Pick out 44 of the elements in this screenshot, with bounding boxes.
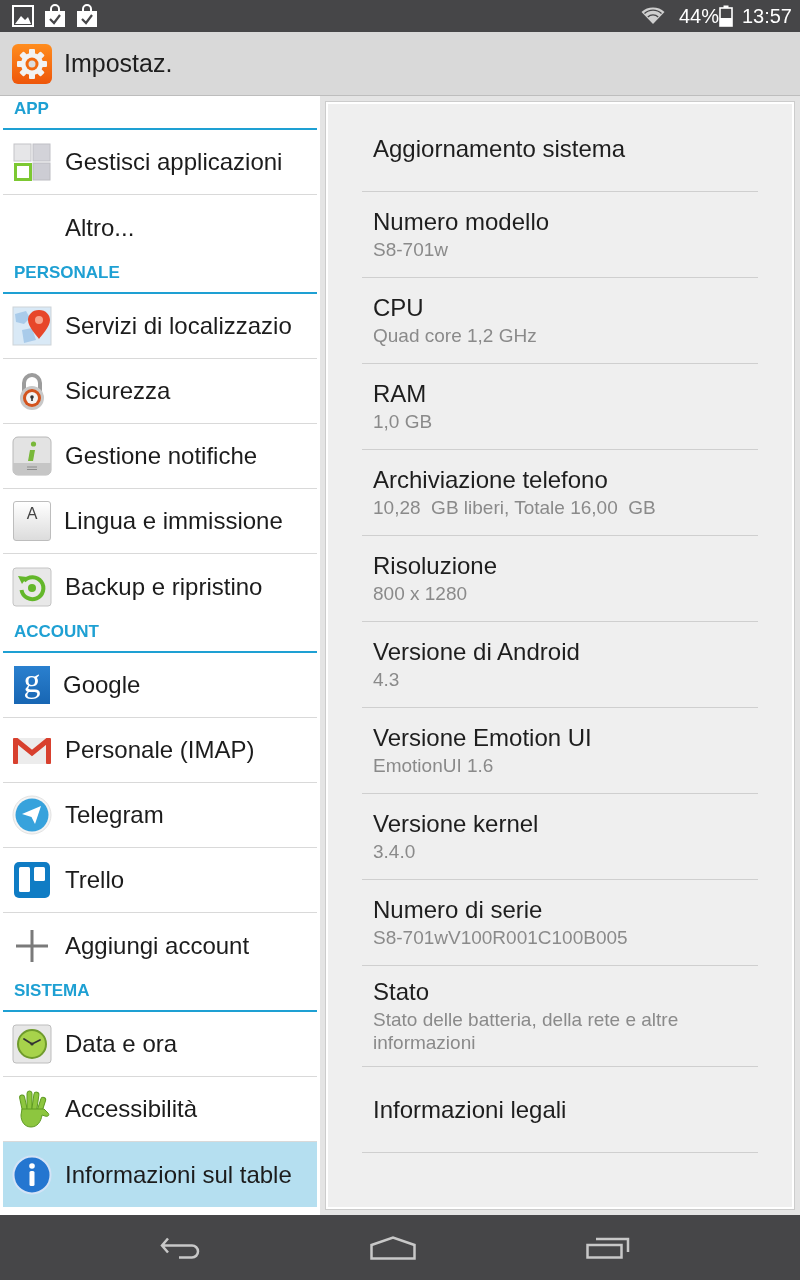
setting-value: 10,28 GB liberi, Totale 16,00 GB <box>373 496 657 519</box>
setting-title[interactable]: Numero di serie <box>373 896 747 924</box>
recent-apps-icon[interactable] <box>586 1236 630 1259</box>
bag-check-icon <box>44 4 66 28</box>
info-icon <box>12 1154 52 1195</box>
letter-tile-icon: g <box>14 666 50 704</box>
setting-title[interactable]: Risoluzione <box>373 552 747 580</box>
clock-icon <box>12 1024 52 1064</box>
setting-title[interactable]: Stato <box>373 978 747 1006</box>
setting-title[interactable]: Archiviazione telefono <box>373 466 747 494</box>
setting-value: S8-701w <box>373 238 449 261</box>
setting-title[interactable]: Versione kernel <box>373 810 747 838</box>
setting-value: Stato delle batteria, della rete e altre informazioni <box>373 1008 680 1054</box>
setting-value: EmotionUI 1.6 <box>373 754 495 777</box>
app-title: Impostaz. <box>64 47 173 79</box>
setting-title[interactable]: RAM <box>373 380 747 408</box>
setting-title[interactable]: Numero modello <box>373 208 747 236</box>
setting-value: S8-701wV100R001C100B005 <box>373 926 629 949</box>
letter-key-icon: A <box>13 501 51 541</box>
setting-value: 4.3 <box>373 668 401 691</box>
bag-check-icon <box>76 4 98 28</box>
app-grid-icon <box>12 142 52 182</box>
setting-title[interactable]: CPU <box>373 294 747 322</box>
battery-percent: 44% <box>678 6 719 26</box>
setting-title[interactable]: Informazioni legali <box>373 1095 747 1124</box>
setting-title[interactable]: Versione Emotion UI <box>373 724 747 752</box>
image-icon <box>12 5 34 27</box>
paper-plane-icon <box>12 795 52 835</box>
setting-value: 1,0 GB <box>373 410 434 433</box>
home-icon[interactable] <box>370 1235 416 1260</box>
setting-title[interactable]: Versione di Android <box>373 638 747 666</box>
setting-value: 800 x 1280 <box>373 582 469 605</box>
info-tile-icon <box>12 436 52 476</box>
battery-icon <box>718 5 733 27</box>
setting-value: 3.4.0 <box>373 840 417 863</box>
setting-title[interactable]: Aggiornamento sistema <box>373 134 747 163</box>
setting-value: Quad core 1,2 GHz <box>373 324 538 347</box>
map-pin-icon <box>12 306 52 346</box>
sidebar-item[interactable]: Informazioni sul table <box>3 1142 317 1207</box>
back-icon[interactable] <box>160 1236 200 1259</box>
wifi-icon <box>640 7 665 25</box>
board-icon <box>12 860 52 900</box>
settings-icon <box>12 43 52 84</box>
clock-time: 13:57 <box>741 6 792 26</box>
